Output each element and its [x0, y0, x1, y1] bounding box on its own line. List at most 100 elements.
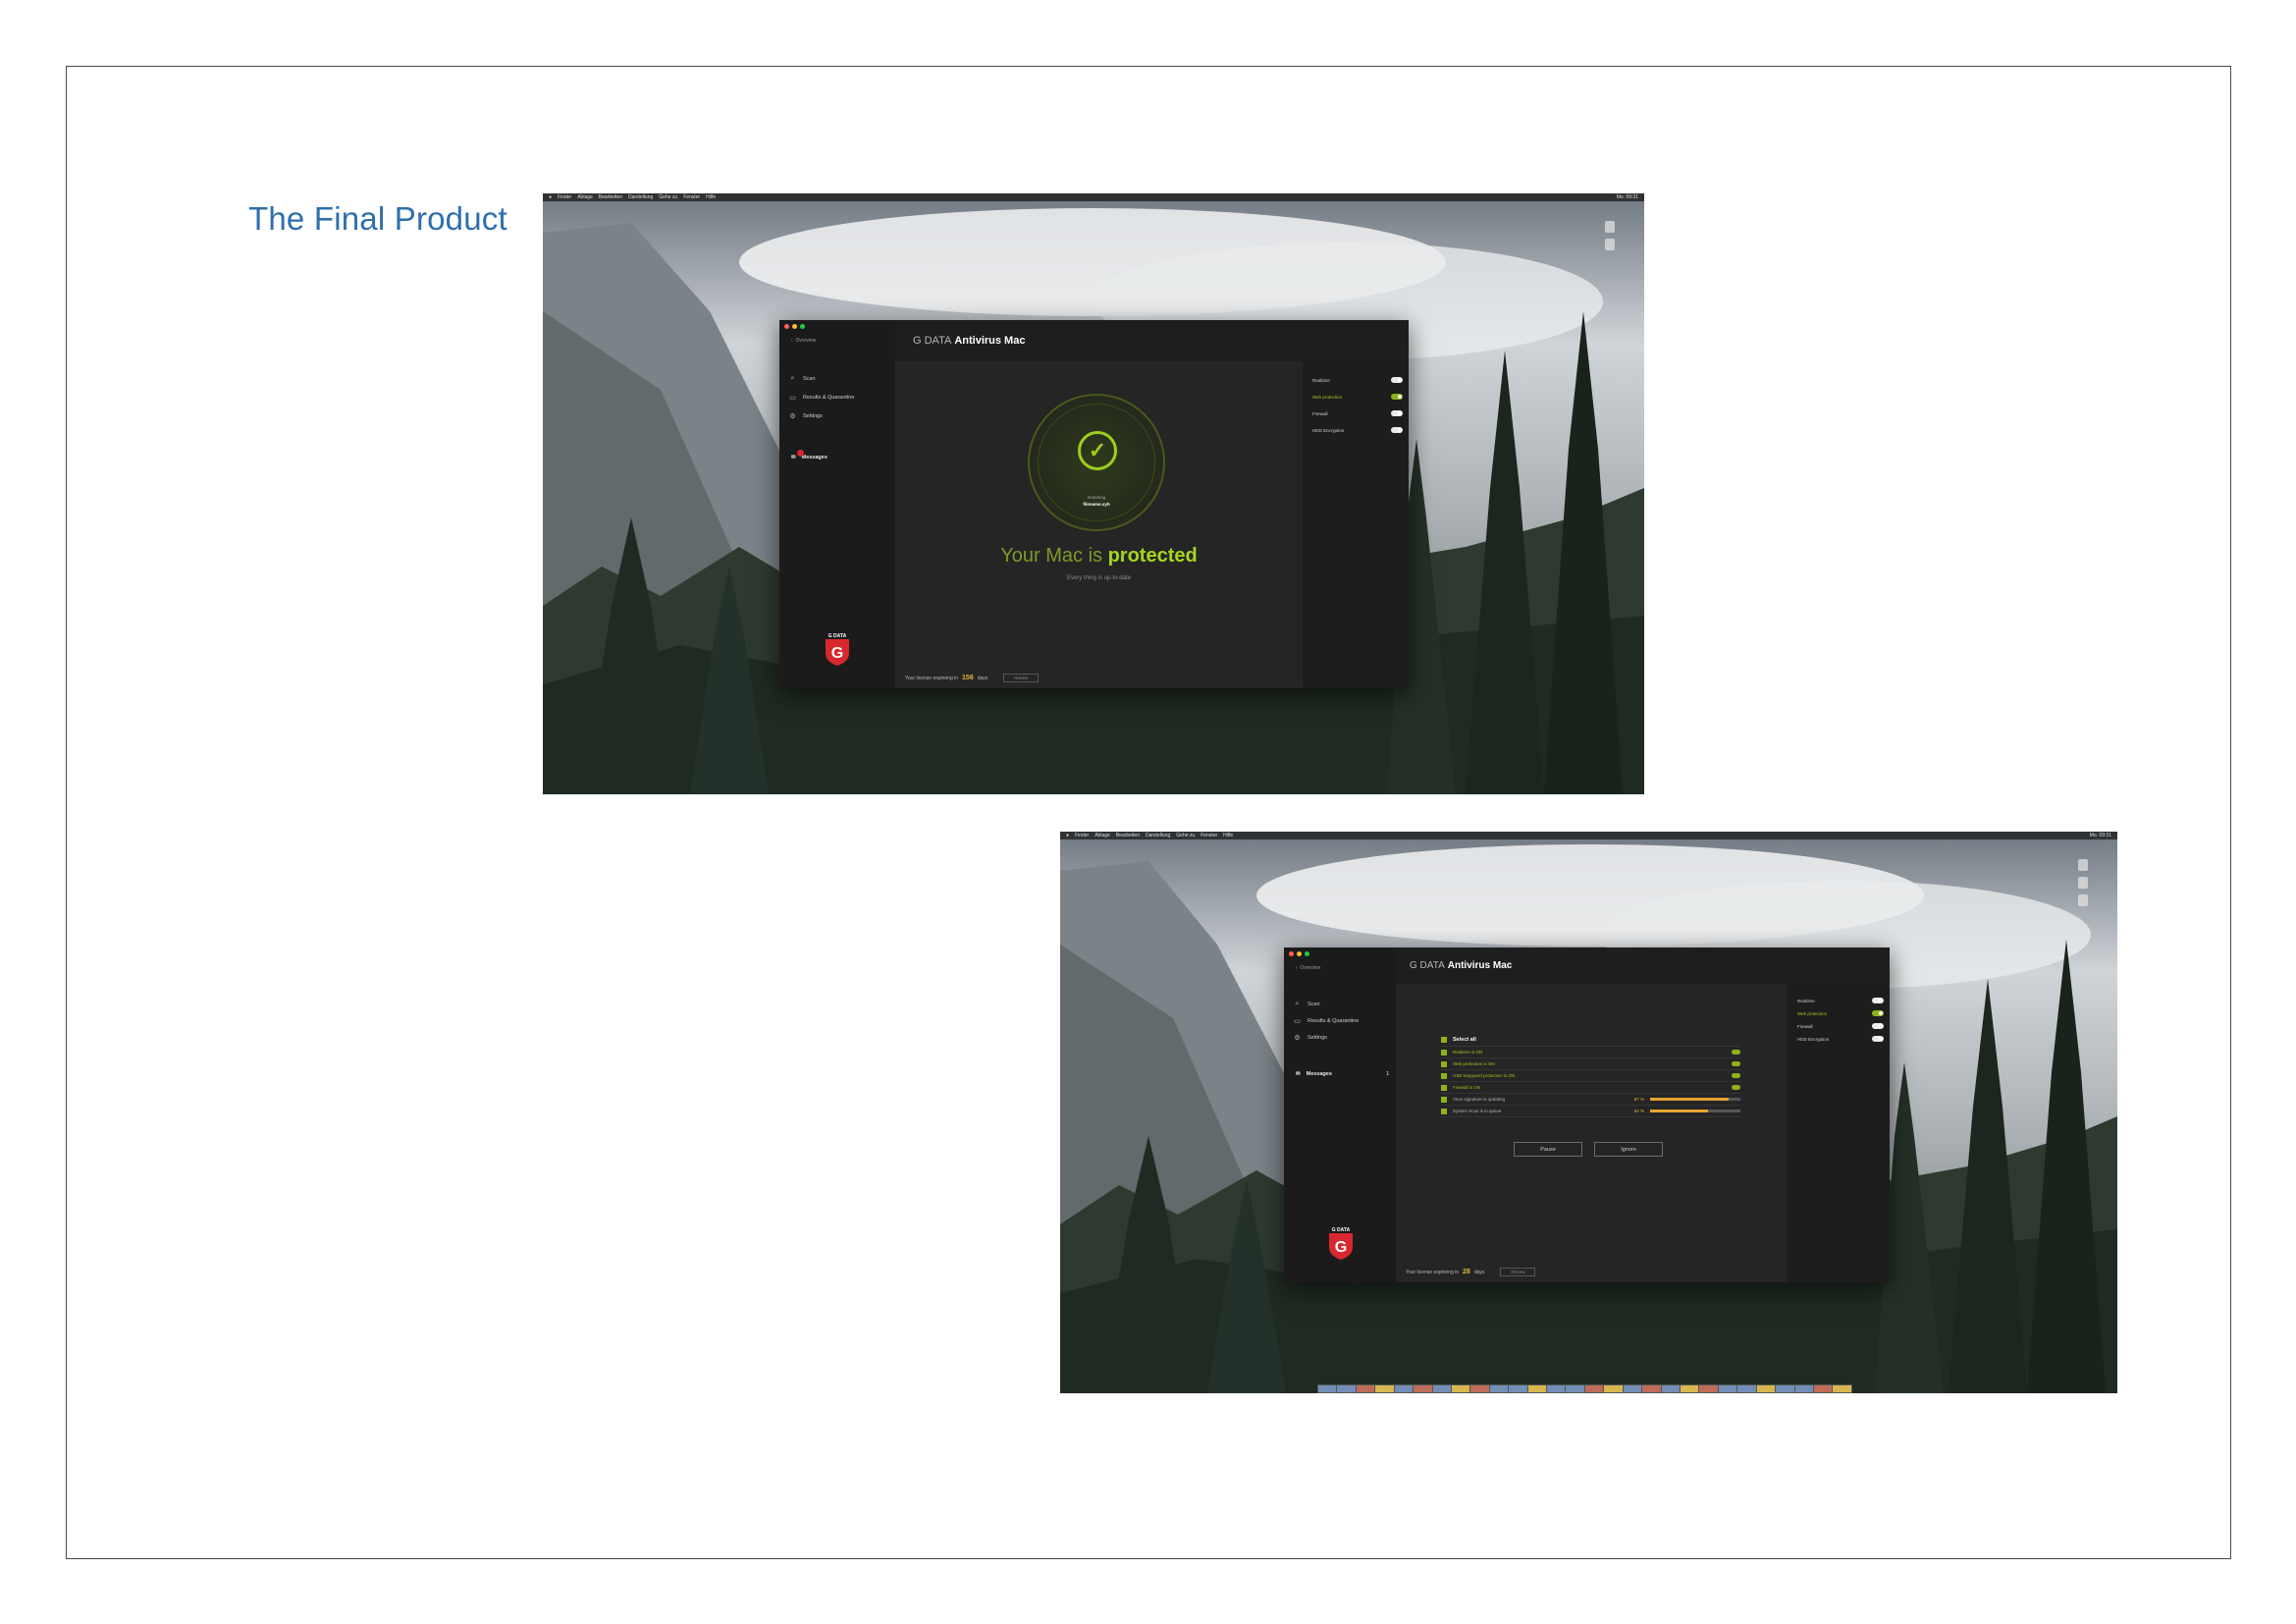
menu-ablage[interactable]: Ablage [1095, 833, 1110, 839]
menu-hilfe[interactable]: Hilfe [706, 194, 716, 200]
dock-app-icon[interactable] [1489, 1385, 1509, 1392]
dock-app-icon[interactable] [1833, 1385, 1851, 1392]
dock-app-icon[interactable] [1584, 1385, 1604, 1392]
menu-fenster[interactable]: Fenster [683, 194, 700, 200]
dock-app-icon[interactable] [1509, 1385, 1527, 1392]
messages-label: Messages [1306, 1071, 1332, 1077]
menu-finder[interactable]: Finder [1075, 833, 1089, 839]
dock-app-icon[interactable] [1547, 1385, 1566, 1392]
drive-icon[interactable] [1605, 221, 1615, 233]
sidebar-item-settings[interactable]: ⚙ Settings [789, 412, 854, 420]
item-checkbox[interactable] [1441, 1084, 1447, 1091]
dock-app-icon[interactable] [1337, 1385, 1356, 1392]
menu-bearbeiten[interactable]: Bearbeiten [1116, 833, 1140, 839]
dock-app-icon[interactable] [1394, 1385, 1414, 1392]
dock-app-icon[interactable] [1623, 1385, 1642, 1392]
brand-name: G DATA [913, 335, 952, 347]
dock-app-icon[interactable] [1813, 1385, 1833, 1392]
dock-app-icon[interactable] [1756, 1385, 1776, 1392]
dock-app-icon[interactable] [1661, 1385, 1681, 1392]
sidebar: ‹ Overview ⌕ Scan ▭ Results & Quarantine ⚙… [779, 320, 895, 688]
dock-app-icon[interactable] [1794, 1385, 1813, 1392]
dock-app-icon[interactable] [1375, 1385, 1394, 1392]
back-to-overview[interactable]: ‹ Overview [791, 338, 816, 344]
toggle-firewall: Firewall [1312, 410, 1403, 416]
menu-fenster[interactable]: Fenster [1201, 833, 1217, 839]
sidebar-item-messages[interactable]: ✉ Messages [791, 450, 828, 460]
toggle-hdd-encryption: HDD Encryption [1312, 427, 1403, 433]
item-switch[interactable] [1732, 1073, 1740, 1078]
menubar-clock[interactable]: Mo. 09:31 [2090, 833, 2111, 839]
apple-menu-icon[interactable]: ● [549, 194, 552, 200]
back-to-overview[interactable]: ‹ Overview [1296, 965, 1320, 971]
dock-app-icon[interactable] [1699, 1385, 1718, 1392]
drive-icon[interactable] [2078, 877, 2088, 889]
menubar-clock[interactable]: Mo. 09:31 [1617, 194, 1638, 200]
item-switch[interactable] [1732, 1050, 1740, 1055]
web-protection-switch[interactable] [1872, 1010, 1884, 1016]
menu-gehe-zu[interactable]: Gehe zu [659, 194, 677, 200]
realtime-switch[interactable] [1872, 998, 1884, 1003]
progress-percent: 64 % [1633, 1109, 1644, 1113]
menu-darstellung[interactable]: Darstellung [628, 194, 653, 200]
renew-button[interactable]: Renew [1500, 1268, 1536, 1276]
dock-app-icon[interactable] [1470, 1385, 1489, 1392]
zoom-window-button[interactable] [800, 324, 805, 329]
item-checkbox[interactable] [1441, 1108, 1447, 1114]
firewall-switch[interactable] [1391, 410, 1403, 416]
pause-button[interactable]: Pause [1514, 1142, 1582, 1157]
minimize-window-button[interactable] [792, 324, 797, 329]
menu-darstellung[interactable]: Darstellung [1146, 833, 1170, 839]
dock-app-icon[interactable] [1604, 1385, 1623, 1392]
dock-app-icon[interactable] [1414, 1385, 1432, 1392]
item-switch[interactable] [1732, 1085, 1740, 1090]
drive-icon[interactable] [2078, 859, 2088, 871]
dock-app-icon[interactable] [1432, 1385, 1451, 1392]
realtime-switch[interactable] [1391, 377, 1403, 383]
menu-gehe-zu[interactable]: Gehe zu [1176, 833, 1195, 839]
sidebar-item-results[interactable]: ▭ Results & Quarantine [789, 394, 854, 402]
sidebar-item-messages[interactable]: ✉ Messages 1 [1296, 1071, 1389, 1077]
zoom-window-button[interactable] [1305, 951, 1309, 956]
dock-app-icon[interactable] [1527, 1385, 1547, 1392]
drive-icon[interactable] [2078, 894, 2088, 906]
dock-app-icon[interactable] [1356, 1385, 1375, 1392]
firewall-switch[interactable] [1872, 1023, 1884, 1029]
web-protection-switch[interactable] [1391, 394, 1403, 400]
hdd-encryption-switch[interactable] [1872, 1036, 1884, 1042]
drive-icon[interactable] [1605, 239, 1615, 250]
item-switch[interactable] [1732, 1061, 1740, 1066]
close-window-button[interactable] [784, 324, 789, 329]
license-prefix: Your license expireing in [1406, 1269, 1460, 1275]
dock-app-icon[interactable] [1737, 1385, 1756, 1392]
sidebar-item-scan[interactable]: ⌕ Scan [789, 375, 854, 382]
dock-app-icon[interactable] [1642, 1385, 1661, 1392]
progress-fill [1650, 1110, 1708, 1112]
dock-app-icon[interactable] [1681, 1385, 1699, 1392]
item-checkbox[interactable] [1441, 1060, 1447, 1067]
sidebar-item-results[interactable]: ▭ Results & Quarantine [1294, 1017, 1359, 1025]
close-window-button[interactable] [1289, 951, 1294, 956]
dock-app-icon[interactable] [1318, 1385, 1337, 1392]
item-checkbox[interactable] [1441, 1096, 1447, 1103]
menu-hilfe[interactable]: Hilfe [1223, 833, 1233, 839]
menu-finder[interactable]: Finder [558, 194, 571, 200]
apple-menu-icon[interactable]: ● [1066, 833, 1069, 839]
main-panel: Select all Realtime is ON Web protection… [1396, 984, 1788, 1282]
item-checkbox[interactable] [1441, 1049, 1447, 1056]
menu-bearbeiten[interactable]: Bearbeiten [599, 194, 622, 200]
minimize-window-button[interactable] [1297, 951, 1302, 956]
sidebar-item-settings[interactable]: ⚙ Settings [1294, 1034, 1359, 1042]
menu-ablage[interactable]: Ablage [577, 194, 593, 200]
ignore-button[interactable]: Ignore [1594, 1142, 1663, 1157]
select-all-row[interactable]: Select all [1441, 1034, 1740, 1047]
sidebar-item-scan[interactable]: ⌕ Scan [1294, 1001, 1359, 1007]
dock-app-icon[interactable] [1451, 1385, 1470, 1392]
item-checkbox[interactable] [1441, 1072, 1447, 1079]
dock-app-icon[interactable] [1776, 1385, 1794, 1392]
dock-app-icon[interactable] [1718, 1385, 1737, 1392]
renew-button[interactable]: Renew [1003, 674, 1040, 682]
select-all-checkbox[interactable] [1441, 1037, 1447, 1043]
dock-app-icon[interactable] [1566, 1385, 1584, 1392]
hdd-encryption-switch[interactable] [1391, 427, 1403, 433]
